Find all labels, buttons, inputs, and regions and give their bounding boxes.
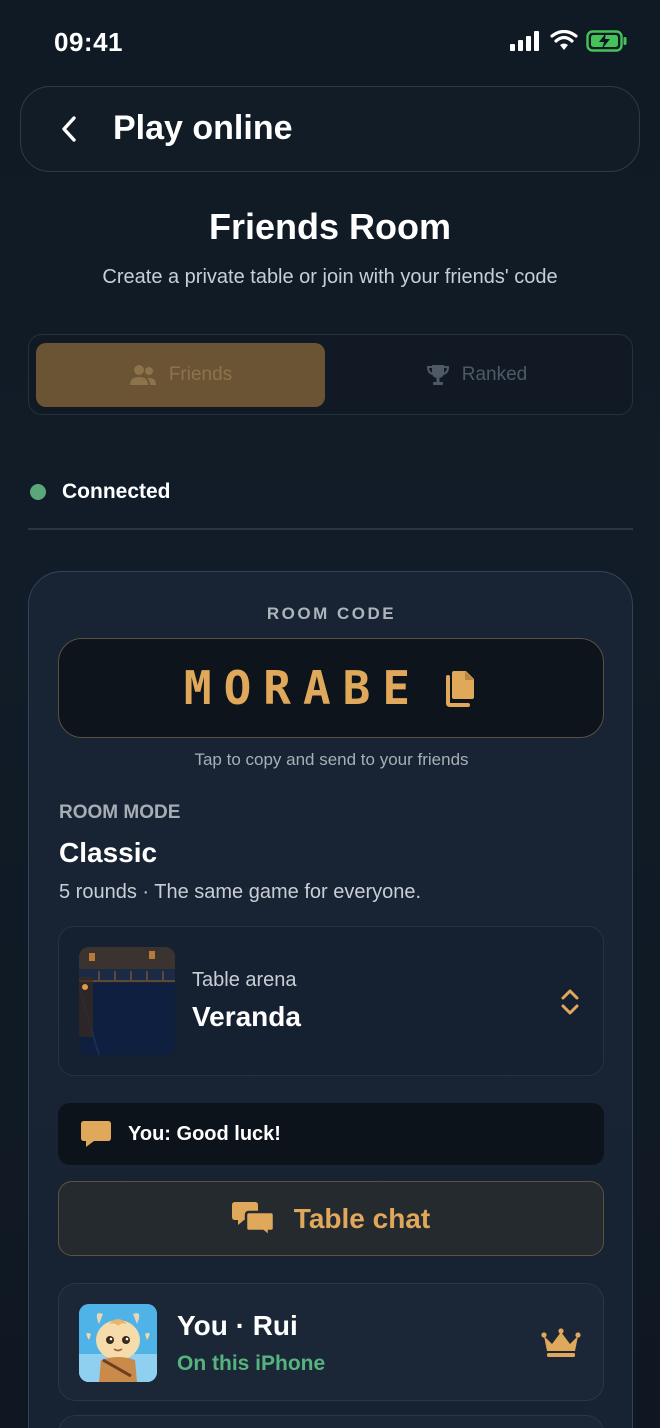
tab-ranked-label: Ranked <box>461 364 528 385</box>
avatar <box>79 1304 157 1382</box>
chevron-left-icon <box>62 116 76 142</box>
room-code: MORABE <box>183 661 423 715</box>
users-icon <box>129 365 156 385</box>
signal-icon <box>510 31 539 51</box>
player-device: On this iPhone <box>177 1352 326 1375</box>
copy-icon <box>446 671 475 707</box>
room-mode-value: Classic <box>59 837 158 868</box>
arena-thumbnail <box>79 947 175 1055</box>
tab-friends-label: Friends <box>168 364 233 385</box>
player-name: You · Rui <box>177 1310 298 1341</box>
status-bar: 09:41 <box>0 0 660 84</box>
chat-bubble-icon <box>81 1121 111 1147</box>
status-dot <box>30 484 46 500</box>
room-card: ROOM CODE MORABE Tap to copy and send to… <box>28 571 633 1428</box>
room-code-hint: Tap to copy and send to your friends <box>194 750 469 769</box>
player-card-next <box>58 1415 604 1428</box>
header-title: Play online <box>113 109 293 147</box>
page-title: Friends Room <box>208 206 451 247</box>
divider <box>28 528 633 530</box>
arena-value: Veranda <box>192 1001 301 1032</box>
chevron-up-down-icon <box>561 989 579 1015</box>
player-card: You · Rui On this iPhone <box>58 1283 604 1401</box>
page-subtitle: Create a private table or join with your… <box>102 266 558 288</box>
chat-bubbles-icon <box>231 1201 276 1238</box>
table-arena-selector[interactable]: Table arena Veranda <box>58 926 604 1076</box>
tab-ranked[interactable]: Ranked <box>332 343 621 407</box>
room-mode-label: ROOM MODE <box>59 802 181 823</box>
status-time: 09:41 <box>54 27 123 57</box>
crown-icon <box>541 1328 581 1357</box>
chat-preview[interactable]: You: Good luck! <box>58 1103 604 1165</box>
table-chat-button[interactable]: Table chat <box>58 1181 604 1256</box>
table-chat-label: Table chat <box>293 1202 431 1234</box>
room-code-copy-button[interactable]: MORABE <box>58 638 604 738</box>
wifi-icon <box>550 30 578 50</box>
back-button[interactable] <box>51 111 87 147</box>
chat-preview-text: You: Good luck! <box>128 1122 281 1145</box>
trophy-icon <box>426 365 449 385</box>
battery-charging-icon <box>586 30 627 52</box>
room-mode-description: 5 rounds · The same game for everyone. <box>59 881 422 903</box>
header-bar: Play online <box>20 86 640 172</box>
connection-status: Connected <box>30 480 171 504</box>
mode-tabs: Friends Ranked <box>28 334 633 415</box>
arena-label: Table arena <box>192 969 297 991</box>
connection-label: Connected <box>62 480 171 503</box>
tab-friends[interactable]: Friends <box>36 343 325 407</box>
status-icons <box>510 30 628 52</box>
room-code-label: ROOM CODE <box>266 604 397 623</box>
